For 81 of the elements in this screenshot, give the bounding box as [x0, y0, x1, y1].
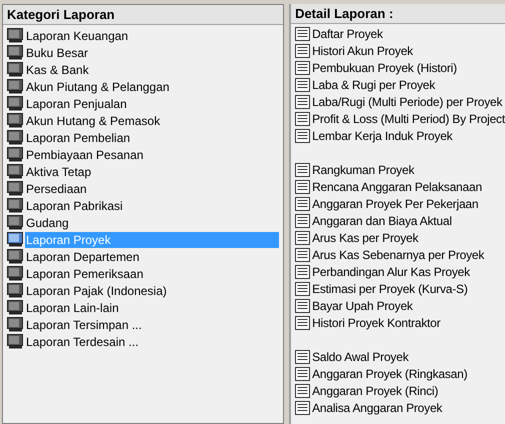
report-icon [295, 248, 310, 262]
monitor-icon [7, 28, 23, 43]
report-icon [295, 264, 310, 278]
report-icon [295, 298, 310, 312]
report-item[interactable]: Arus Kas per Proyek [312, 230, 418, 246]
report-icon [295, 78, 310, 92]
category-item[interactable]: Laporan Tersimpan ... [25, 316, 280, 332]
category-item[interactable]: Gudang [25, 214, 280, 230]
report-item[interactable]: Daftar Proyek [312, 26, 383, 42]
report-icon [295, 94, 310, 108]
category-item[interactable]: Akun Hutang & Pemasok [25, 112, 280, 128]
category-item[interactable]: Laporan Terdesain ... [25, 334, 280, 350]
monitor-icon [7, 79, 23, 94]
report-icon [295, 26, 310, 40]
report-item[interactable]: Laba/Rugi (Multi Periode) per Proyek [312, 94, 502, 110]
monitor-icon [7, 113, 23, 128]
category-item[interactable]: Laporan Keuangan [25, 28, 280, 44]
report-item[interactable]: Histori Akun Proyek [312, 42, 413, 58]
monitor-icon [7, 147, 23, 162]
report-item[interactable]: Saldo Awal Proyek [312, 348, 409, 364]
category-item[interactable]: Laporan Penjualan [25, 96, 280, 112]
category-item[interactable]: Pembiayaan Pesanan [25, 146, 280, 162]
monitor-icon [7, 215, 23, 230]
report-icon [295, 316, 310, 330]
report-icon [295, 350, 310, 364]
monitor-icon [7, 283, 23, 298]
report-item[interactable]: Pembukuan Proyek (Histori) [312, 60, 457, 76]
report-item[interactable]: Anggaran Proyek (Ringkasan) [312, 366, 468, 382]
category-item[interactable]: Laporan Pabrikasi [25, 198, 280, 214]
report-icon [295, 112, 310, 126]
report-item[interactable]: Anggaran Proyek Per Pekerjaan [312, 196, 478, 212]
report-icon [295, 128, 310, 142]
monitor-icon [7, 266, 23, 281]
category-item[interactable]: Laporan Pembelian [25, 130, 280, 146]
report-item[interactable]: Profit & Loss (Multi Period) By Project [312, 110, 505, 126]
monitor-icon [7, 198, 23, 213]
monitor-icon [7, 96, 23, 111]
monitor-icon [7, 300, 23, 315]
monitor-icon [7, 317, 23, 332]
category-item[interactable]: Akun Piutang & Pelanggan [25, 78, 280, 94]
monitor-icon [7, 334, 23, 349]
report-item[interactable]: Arus Kas Sebenarnya per Proyek [312, 246, 484, 262]
panel-header: Kategori Laporan [3, 5, 284, 25]
monitor-icon [7, 164, 23, 179]
panel-header: Detail Laporan : [291, 4, 505, 24]
report-icon [295, 214, 310, 228]
report-item[interactable]: Rangkuman Proyek [312, 162, 414, 178]
report-item[interactable]: Anggaran dan Biaya Aktual [312, 212, 452, 228]
report-item[interactable]: Bayar Upah Proyek [312, 298, 413, 314]
report-icon [295, 400, 310, 414]
report-item[interactable]: Histori Proyek Kontraktor [312, 314, 440, 330]
category-item[interactable]: Laporan Pajak (Indonesia) [25, 282, 280, 298]
report-icon [295, 44, 310, 58]
category-item[interactable]: Laporan Lain-lain [25, 300, 280, 316]
report-icon [295, 384, 310, 398]
report-icon [295, 162, 310, 176]
report-item[interactable]: Anggaran Proyek (Rinci) [312, 382, 438, 398]
report-item[interactable]: Lembar Kerja Induk Proyek [312, 128, 452, 144]
category-item[interactable]: Laporan Pemeriksaan [25, 266, 280, 282]
report-icon [295, 180, 310, 194]
monitor-icon [7, 181, 23, 196]
report-icon [295, 366, 310, 380]
report-item[interactable]: Laba & Rugi per Proyek [312, 76, 436, 92]
monitor-icon [7, 232, 23, 247]
category-item[interactable]: Kas & Bank [25, 62, 280, 78]
report-item[interactable]: Rencana Anggaran Pelaksanaan [312, 178, 482, 194]
monitor-icon [7, 45, 23, 60]
category-item[interactable]: Aktiva Tetap [25, 164, 280, 180]
category-item[interactable]: Buku Besar [25, 44, 280, 60]
report-item[interactable]: Perbandingan Alur Kas Proyek [312, 264, 470, 280]
report-icon [295, 60, 310, 74]
monitor-icon [7, 249, 23, 264]
report-icon [295, 196, 310, 210]
category-item[interactable]: Persediaan [25, 180, 280, 196]
report-icon [295, 282, 310, 296]
report-icon [295, 230, 310, 244]
report-item[interactable]: Estimasi per Proyek (Kurva-S) [312, 280, 468, 296]
report-item[interactable]: Analisa Anggaran Proyek [312, 400, 442, 416]
category-item[interactable]: Laporan Departemen [25, 248, 280, 264]
monitor-icon [7, 130, 23, 145]
monitor-icon [7, 62, 23, 77]
